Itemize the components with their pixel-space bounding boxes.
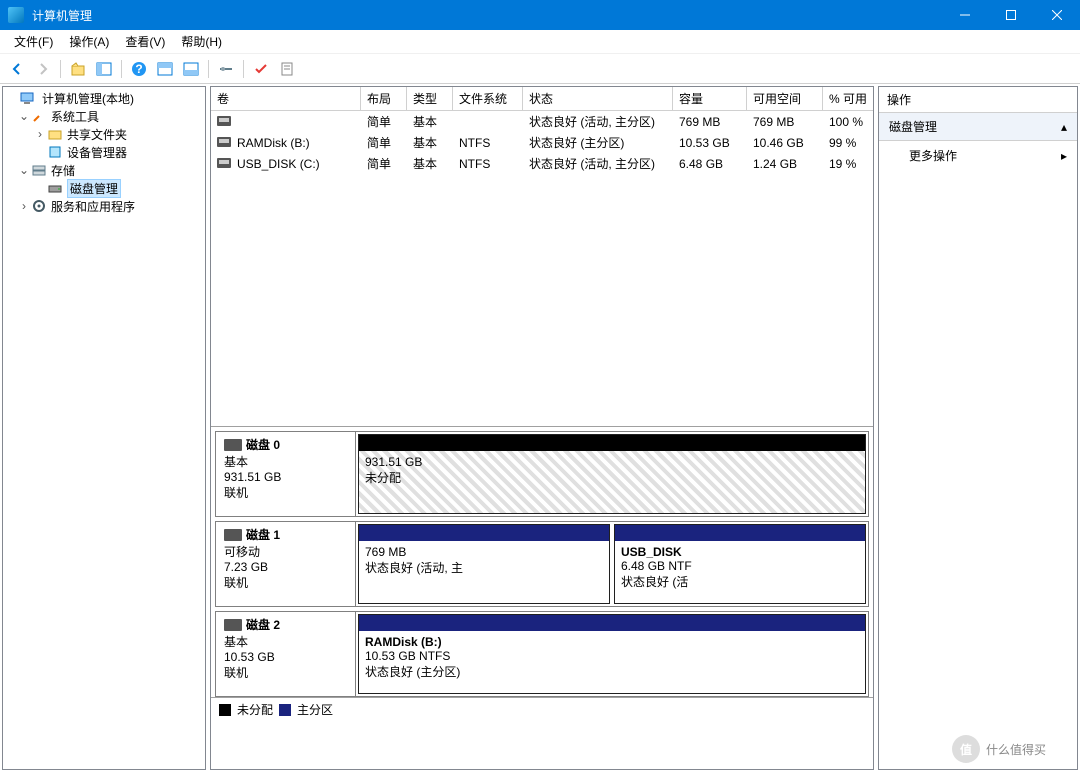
chevron-right-icon: ▸ bbox=[1061, 149, 1067, 163]
menu-file[interactable]: 文件(F) bbox=[6, 30, 61, 53]
nav-tree[interactable]: 计算机管理(本地) ⌄ 系统工具 › 共享文件夹 设备管理器 ⌄ 存储 bbox=[2, 86, 206, 770]
watermark: 值 什么值得买 bbox=[924, 729, 1074, 769]
table-row[interactable]: RAMDisk (B:)简单基本NTFS状态良好 (主分区)10.53 GB10… bbox=[211, 132, 873, 153]
col-free[interactable]: 可用空间 bbox=[747, 87, 823, 110]
volume-list-header[interactable]: 卷 布局 类型 文件系统 状态 容量 可用空间 % 可用 bbox=[211, 87, 873, 111]
up-button[interactable] bbox=[67, 58, 89, 80]
partition-primary[interactable]: 769 MB状态良好 (活动, 主 bbox=[358, 524, 610, 604]
forward-button[interactable] bbox=[32, 58, 54, 80]
legend-unallocated-label: 未分配 bbox=[237, 701, 273, 718]
col-layout[interactable]: 布局 bbox=[361, 87, 407, 110]
device-icon bbox=[47, 144, 63, 160]
tree-storage[interactable]: ⌄ 存储 bbox=[3, 161, 205, 179]
tree-disk-management[interactable]: 磁盘管理 bbox=[3, 179, 205, 197]
action-more[interactable]: 更多操作 ▸ bbox=[879, 141, 1077, 170]
menubar: 文件(F) 操作(A) 查看(V) 帮助(H) bbox=[0, 30, 1080, 54]
col-capacity[interactable]: 容量 bbox=[673, 87, 747, 110]
tree-device-manager[interactable]: 设备管理器 bbox=[3, 143, 205, 161]
expand-icon[interactable]: ⌄ bbox=[17, 109, 31, 123]
settings-button[interactable] bbox=[215, 58, 237, 80]
app-icon bbox=[8, 7, 24, 23]
storage-icon bbox=[31, 162, 47, 178]
action-pane: 操作 磁盘管理 ▴ 更多操作 ▸ bbox=[878, 86, 1078, 770]
action-pane-header: 操作 bbox=[879, 87, 1077, 113]
tree-shared-folders[interactable]: › 共享文件夹 bbox=[3, 125, 205, 143]
maximize-button[interactable] bbox=[988, 0, 1034, 30]
partition-primary[interactable]: RAMDisk (B:)10.53 GB NTFS状态良好 (主分区) bbox=[358, 614, 866, 694]
volume-list[interactable]: 卷 布局 类型 文件系统 状态 容量 可用空间 % 可用 简单基本状态良好 (活… bbox=[211, 87, 873, 427]
disk-card[interactable]: 磁盘 1可移动7.23 GB联机769 MB状态良好 (活动, 主USB_DIS… bbox=[215, 521, 869, 607]
computer-icon bbox=[19, 90, 35, 106]
menu-help[interactable]: 帮助(H) bbox=[173, 30, 230, 53]
expand-icon[interactable]: › bbox=[33, 127, 47, 141]
close-button[interactable] bbox=[1034, 0, 1080, 30]
col-status[interactable]: 状态 bbox=[523, 87, 673, 110]
expand-icon[interactable]: ⌄ bbox=[17, 163, 31, 177]
show-hide-tree-button[interactable] bbox=[93, 58, 115, 80]
disk-card[interactable]: 磁盘 2基本10.53 GB联机RAMDisk (B:)10.53 GB NTF… bbox=[215, 611, 869, 697]
back-button[interactable] bbox=[6, 58, 28, 80]
partition-unallocated[interactable]: 931.51 GB未分配 bbox=[358, 434, 866, 514]
svg-text:?: ? bbox=[135, 62, 142, 76]
menu-action[interactable]: 操作(A) bbox=[61, 30, 117, 53]
col-pct-free[interactable]: % 可用 bbox=[823, 87, 874, 110]
col-type[interactable]: 类型 bbox=[407, 87, 453, 110]
window-title: 计算机管理 bbox=[32, 7, 942, 24]
toolbar: ? bbox=[0, 54, 1080, 84]
table-row[interactable]: USB_DISK (C:)简单基本NTFS状态良好 (活动, 主分区)6.48 … bbox=[211, 153, 873, 174]
tools-icon bbox=[31, 108, 47, 124]
collapse-icon: ▴ bbox=[1061, 120, 1067, 134]
watermark-icon: 值 bbox=[952, 735, 980, 763]
disk-icon bbox=[217, 116, 231, 126]
legend-unallocated-swatch bbox=[219, 704, 231, 716]
legend-primary-label: 主分区 bbox=[297, 701, 333, 718]
view-top-button[interactable] bbox=[154, 58, 176, 80]
disk-card[interactable]: 磁盘 0基本931.51 GB联机931.51 GB未分配 bbox=[215, 431, 869, 517]
window-controls bbox=[942, 0, 1080, 30]
expand-icon[interactable]: › bbox=[17, 199, 31, 213]
partition-primary[interactable]: USB_DISK6.48 GB NTF状态良好 (活 bbox=[614, 524, 866, 604]
tree-services-apps[interactable]: › 服务和应用程序 bbox=[3, 197, 205, 215]
disk-map[interactable]: 磁盘 0基本931.51 GB联机931.51 GB未分配磁盘 1可移动7.23… bbox=[211, 427, 873, 769]
legend: 未分配 主分区 bbox=[211, 697, 873, 721]
watermark-text: 什么值得买 bbox=[986, 741, 1046, 758]
col-filesystem[interactable]: 文件系统 bbox=[453, 87, 523, 110]
properties-button[interactable] bbox=[276, 58, 298, 80]
content-pane: 卷 布局 类型 文件系统 状态 容量 可用空间 % 可用 简单基本状态良好 (活… bbox=[210, 86, 874, 770]
table-row[interactable]: 简单基本状态良好 (活动, 主分区)769 MB769 MB100 % bbox=[211, 111, 873, 132]
services-icon bbox=[31, 198, 47, 214]
view-bottom-button[interactable] bbox=[180, 58, 202, 80]
checklist-button[interactable] bbox=[250, 58, 272, 80]
disk-icon bbox=[47, 180, 63, 196]
titlebar: 计算机管理 bbox=[0, 0, 1080, 30]
disk-icon bbox=[217, 158, 231, 168]
minimize-button[interactable] bbox=[942, 0, 988, 30]
legend-primary-swatch bbox=[279, 704, 291, 716]
tree-root[interactable]: 计算机管理(本地) bbox=[3, 89, 205, 107]
help-button[interactable]: ? bbox=[128, 58, 150, 80]
tree-system-tools[interactable]: ⌄ 系统工具 bbox=[3, 107, 205, 125]
shared-folder-icon bbox=[47, 126, 63, 142]
menu-view[interactable]: 查看(V) bbox=[117, 30, 173, 53]
action-section-disk-management[interactable]: 磁盘管理 ▴ bbox=[879, 113, 1077, 141]
disk-icon bbox=[217, 137, 231, 147]
col-volume[interactable]: 卷 bbox=[211, 87, 361, 110]
